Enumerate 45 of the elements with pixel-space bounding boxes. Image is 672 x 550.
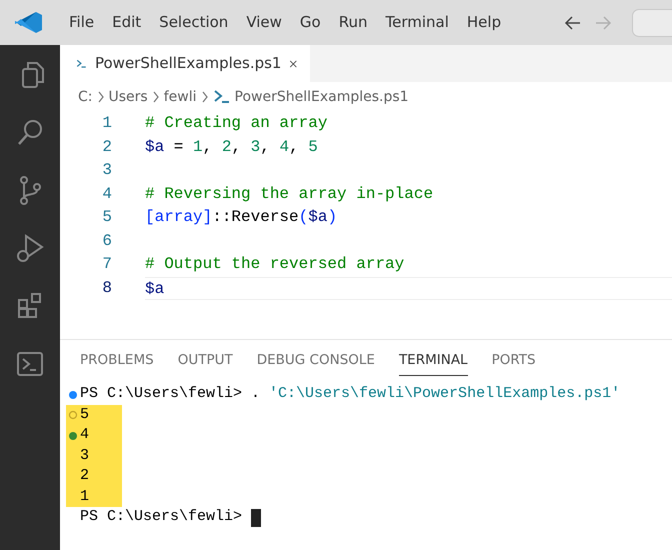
terminal-line: 3 [80, 446, 90, 466]
menu-item[interactable]: Edit [103, 11, 150, 34]
terminal-line: 5 [80, 404, 90, 425]
line-number: 4 [101, 184, 112, 204]
menu-item[interactable]: View [237, 11, 291, 34]
code-line: $a [145, 278, 164, 299]
chevron-icon [152, 91, 160, 103]
powershell-icon [212, 88, 230, 106]
panel-tab[interactable]: PORTS [492, 340, 536, 376]
menu-item[interactable]: Go [290, 11, 330, 34]
line-number: 2 [101, 136, 112, 158]
terminal-line: 1 [80, 486, 90, 507]
line-number: 3 [101, 160, 112, 181]
breadcrumb-item[interactable]: C: [78, 86, 92, 108]
panel-tab[interactable]: TERMINAL [398, 340, 468, 376]
panel-tab[interactable]: DEBUG CONSOLE [256, 340, 375, 376]
run-debug-icon[interactable] [14, 232, 46, 264]
code-line: # Creating an array [145, 113, 328, 134]
code-line: [array]::Reverse($a) [145, 207, 338, 228]
line-number: 7 [101, 254, 112, 275]
terminal-line: 2 [80, 466, 90, 486]
code-line: $a = 1, 2, 3, 4, 5 [145, 136, 318, 158]
code-line: # Output the reversed array [145, 254, 404, 275]
panel-tab[interactable]: OUTPUT [178, 340, 233, 376]
breadcrumb-item[interactable]: PowerShellExamples.ps1 [234, 86, 409, 108]
terminal-line: PS C:\Users\fewli> [80, 507, 244, 528]
menu-item[interactable]: Terminal [376, 11, 458, 34]
menu-item[interactable]: Help [458, 11, 510, 34]
line-number: 5 [101, 207, 112, 228]
panel-tab[interactable]: PROBLEMS [80, 340, 154, 376]
chevron-icon [200, 91, 208, 103]
menu-item[interactable]: File [60, 11, 104, 34]
menu-item[interactable]: Selection [150, 11, 238, 34]
breadcrumb-item[interactable]: Users [108, 86, 148, 108]
breadcrumb-item[interactable]: fewli [164, 86, 196, 108]
line-number: 1 [101, 113, 112, 134]
line-number: 6 [101, 230, 112, 252]
line-number: 8 [101, 278, 112, 298]
menu-item[interactable]: Run [330, 11, 376, 34]
terminal-line: 4 [80, 425, 90, 446]
editor-tab[interactable]: PowerShellExamples.ps1 [60, 45, 310, 82]
back-icon[interactable] [564, 14, 582, 32]
chevron-icon [96, 91, 104, 103]
terminal-line: PS C:\Users\fewli> . 'C:\Users\fewli\PowerShellExamples.ps1' [80, 384, 620, 404]
code-line: # Reversing the array in-place [145, 184, 434, 204]
